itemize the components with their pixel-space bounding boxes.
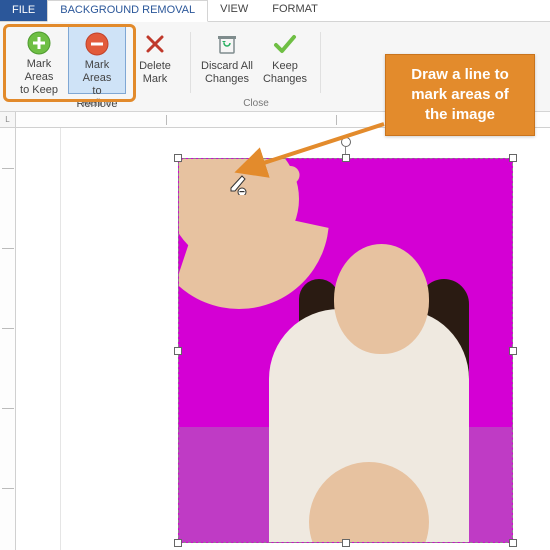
resize-handle-bl[interactable] xyxy=(174,539,182,547)
tab-file[interactable]: FILE xyxy=(0,0,47,21)
label-line1: Discard All xyxy=(201,60,253,73)
checkmark-icon xyxy=(271,30,299,58)
resize-handle-r[interactable] xyxy=(509,347,517,355)
delete-x-icon xyxy=(141,30,169,58)
resize-handle-br[interactable] xyxy=(509,539,517,547)
tab-background-removal[interactable]: BACKGROUND REMOVAL xyxy=(47,0,208,22)
mark-areas-to-keep-button[interactable]: Mark Areas to Keep xyxy=(10,26,68,94)
discard-all-changes-button[interactable]: Discard All Changes xyxy=(198,26,256,94)
group-label-close: Close xyxy=(243,98,269,111)
ruler-corner: L xyxy=(0,112,16,128)
selected-image[interactable] xyxy=(178,158,513,543)
ribbon-tabs: FILE BACKGROUND REMOVAL VIEW FORMAT xyxy=(0,0,550,22)
image-content xyxy=(179,159,512,542)
label-line1: Mark Areas xyxy=(71,59,123,85)
resize-handle-tr[interactable] xyxy=(509,154,517,162)
rotation-handle[interactable] xyxy=(341,137,351,147)
resize-handle-t[interactable] xyxy=(342,154,350,162)
label-line2: Changes xyxy=(205,73,249,86)
tab-view[interactable]: VIEW xyxy=(208,0,260,21)
vertical-ruler[interactable] xyxy=(0,128,16,550)
document-area[interactable] xyxy=(16,128,550,550)
label-line1: Mark Areas xyxy=(12,58,66,84)
group-close: Discard All Changes Keep Changes Close xyxy=(192,26,320,111)
delete-mark-button[interactable]: Delete Mark xyxy=(126,26,184,94)
label-line1: Delete xyxy=(139,60,171,73)
plus-circle-icon xyxy=(25,30,53,56)
mark-areas-to-remove-button[interactable]: Mark Areas to Remove xyxy=(68,26,126,94)
group-refine: Mark Areas to Keep Mark Areas to Remove xyxy=(4,26,190,111)
resize-handle-tl[interactable] xyxy=(174,154,182,162)
group-label-refine: Refine xyxy=(83,98,112,111)
tutorial-callout: Draw a line to mark areas of the image xyxy=(385,54,535,136)
keep-changes-button[interactable]: Keep Changes xyxy=(256,26,314,94)
label-line2: Mark xyxy=(143,73,167,86)
label-line1: Keep xyxy=(272,60,298,73)
recycle-bin-icon xyxy=(213,30,241,58)
label-line2: Changes xyxy=(263,73,307,86)
resize-handle-b[interactable] xyxy=(342,539,350,547)
tab-format[interactable]: FORMAT xyxy=(260,0,330,21)
resize-handle-l[interactable] xyxy=(174,347,182,355)
label-line2: to Keep xyxy=(20,84,58,97)
minus-circle-icon xyxy=(83,31,111,57)
